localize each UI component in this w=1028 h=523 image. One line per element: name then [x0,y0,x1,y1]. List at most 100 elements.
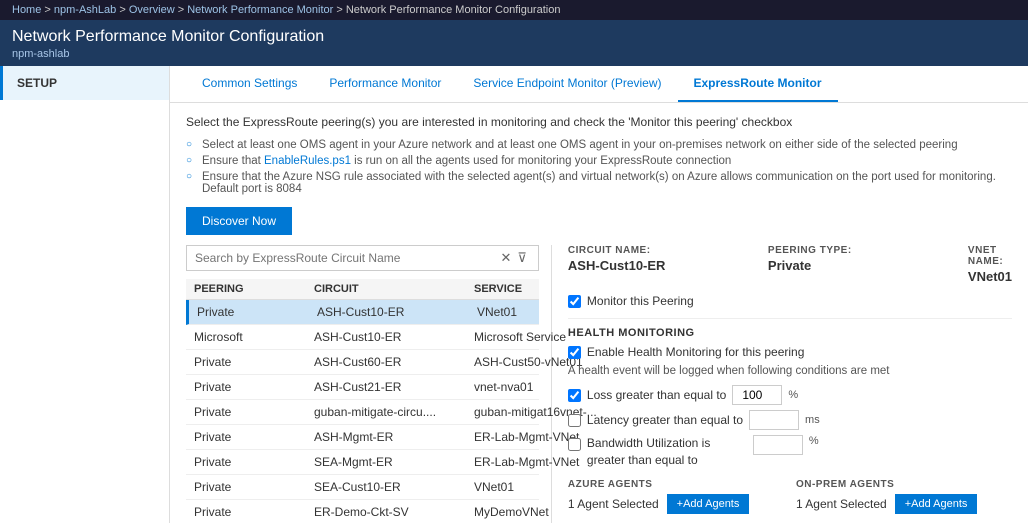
condition-latency-label: Latency greater than equal to [587,413,743,427]
breadcrumb-current: Network Performance Monitor Configuratio… [346,4,561,16]
sidebar-item-setup[interactable]: SETUP [0,66,169,100]
breadcrumb-home[interactable]: Home [12,4,41,16]
monitor-peering-checkbox[interactable] [568,295,581,308]
info-bullet-2: Ensure that the Azure NSG rule associate… [186,169,1012,197]
cell-circuit: ASH-Cust60-ER [314,355,474,369]
cell-circuit: ER-Demo-Ckt-SV [314,505,474,519]
condition-bandwidth-row: Bandwidth Utilization is greater than eq… [568,435,1012,469]
table-row[interactable]: Private ASH-Cust21-ER vnet-nva01 [186,375,539,400]
azure-agent-count: 1 Agent Selected [568,497,659,511]
cell-peering: Private [194,355,314,369]
peering-type-label: PEERING TYPE: [768,245,968,256]
circuit-name-label: CIRCUIT NAME: [568,245,768,256]
enable-health-checkbox[interactable] [568,346,581,359]
search-bar: ✕ ⊽ [186,245,539,271]
condition-loss-label: Loss greater than equal to [587,388,726,402]
cell-peering: Private [194,430,314,444]
health-monitoring-title: HEALTH MONITORING [568,318,1012,339]
table-row[interactable]: Microsoft ASH-Cust10-ER Microsoft Servic… [186,325,539,350]
breadcrumb: Home > npm-AshLab > Overview > Network P… [0,0,1028,20]
enable-health-row: Enable Health Monitoring for this peerin… [568,345,1012,359]
condition-bandwidth-checkbox[interactable] [568,438,581,451]
condition-bandwidth-unit: % [809,435,819,447]
azure-agents-group: AZURE AGENTS 1 Agent Selected +Add Agent… [568,479,784,514]
discover-now-button[interactable]: Discover Now [186,207,292,235]
breadcrumb-overview[interactable]: Overview [129,4,175,16]
right-panel: CIRCUIT NAME: ASH-Cust10-ER PEERING TYPE… [552,245,1012,523]
cell-circuit: SEA-Mgmt-ER [314,455,474,469]
content-area: Common Settings Performance Monitor Serv… [170,66,1028,523]
title-bar: Network Performance Monitor Configuratio… [0,20,1028,66]
cell-peering: Private [194,480,314,494]
condition-loss-input[interactable] [732,385,782,405]
table-row[interactable]: Private SEA-Cust10-ER VNet01 [186,475,539,500]
vnet-name-col: VNET NAME: VNet01 [968,245,1012,284]
breadcrumb-lab[interactable]: npm-AshLab [54,4,116,16]
cell-circuit: SEA-Cust10-ER [314,480,474,494]
onprem-add-agents-button[interactable]: +Add Agents [895,494,978,514]
condition-loss-row: Loss greater than equal to % [568,385,1012,405]
cell-circuit: ASH-Cust21-ER [314,380,474,394]
enablerules-link-1[interactable]: EnableRules.ps1 [264,155,351,167]
cell-peering: Private [194,455,314,469]
tab-service-endpoint[interactable]: Service Endpoint Monitor (Preview) [457,66,677,102]
peering-type-col: PEERING TYPE: Private [768,245,968,284]
azure-agents-label: AZURE AGENTS [568,479,784,490]
onprem-agents-label: ON-PREM AGENTS [796,479,1012,490]
onprem-agents-group: ON-PREM AGENTS 1 Agent Selected +Add Age… [796,479,1012,514]
condition-latency-checkbox[interactable] [568,414,581,427]
table-header: PEERING CIRCUIT SERVICE [186,279,539,300]
azure-agents-row: 1 Agent Selected +Add Agents [568,494,784,514]
search-input[interactable] [195,251,498,265]
tab-expressroute-monitor[interactable]: ExpressRoute Monitor [678,66,838,102]
condition-latency-unit: ms [805,414,820,426]
tab-content: Select the ExpressRoute peering(s) you a… [170,103,1028,523]
cell-circuit: ASH-Cust10-ER [314,330,474,344]
condition-latency-row: Latency greater than equal to ms [568,410,1012,430]
monitor-peering-label: Monitor this Peering [587,294,694,308]
table-row[interactable]: Private SEA-Mgmt-ER ER-Lab-Mgmt-VNet [186,450,539,475]
cell-peering: Private [194,405,314,419]
page-subtitle: npm-ashlab [12,48,1016,60]
info-bullet-1: Ensure that EnableRules.ps1 is run on al… [186,153,1012,169]
vnet-name-label: VNET NAME: [968,245,1012,267]
intro-text: Select the ExpressRoute peering(s) you a… [186,115,1012,129]
agents-section: AZURE AGENTS 1 Agent Selected +Add Agent… [568,479,1012,514]
tab-common-settings[interactable]: Common Settings [186,66,313,102]
table-row[interactable]: Private ASH-Cust10-ER VNet01 [186,300,539,325]
cell-circuit: ASH-Mgmt-ER [314,430,474,444]
condition-bandwidth-label: Bandwidth Utilization is greater than eq… [587,435,747,469]
onprem-agents-row: 1 Agent Selected +Add Agents [796,494,1012,514]
health-desc: A health event will be logged when follo… [568,365,1012,377]
circuit-name-col: CIRCUIT NAME: ASH-Cust10-ER [568,245,768,284]
condition-loss-checkbox[interactable] [568,389,581,402]
monitor-peering-row: Monitor this Peering [568,294,1012,308]
two-panel: ✕ ⊽ PEERING CIRCUIT SERVICE Private ASH-… [186,245,1012,523]
sidebar: SETUP [0,66,170,523]
info-list: Select at least one OMS agent in your Az… [186,137,1012,197]
table-row[interactable]: Private ASH-Mgmt-ER ER-Lab-Mgmt-VNet [186,425,539,450]
table-row[interactable]: Private ASH-Cust60-ER ASH-Cust50-vNet01 [186,350,539,375]
table-row[interactable]: Private ER-Demo-Ckt-SV MyDemoVNet [186,500,539,523]
info-bullet-0: Select at least one OMS agent in your Az… [186,137,1012,153]
azure-add-agents-button[interactable]: +Add Agents [667,494,750,514]
condition-bandwidth-input[interactable] [753,435,803,455]
col-circuit: CIRCUIT [314,283,474,295]
col-peering: PEERING [194,283,314,295]
table-body: Private ASH-Cust10-ER VNet01 Microsoft A… [186,300,539,523]
condition-latency-input[interactable] [749,410,799,430]
cell-peering: Private [194,505,314,519]
breadcrumb-npm[interactable]: Network Performance Monitor [187,4,333,16]
cell-peering: Private [194,380,314,394]
cell-circuit: guban-mitigate-circu.... [314,405,474,419]
tab-performance-monitor[interactable]: Performance Monitor [313,66,457,102]
detail-header: CIRCUIT NAME: ASH-Cust10-ER PEERING TYPE… [568,245,1012,284]
onprem-agent-count: 1 Agent Selected [796,497,887,511]
tab-bar: Common Settings Performance Monitor Serv… [170,66,1028,103]
condition-loss-unit: % [788,389,798,401]
page-title: Network Performance Monitor Configuratio… [12,28,1016,46]
search-filter-button[interactable]: ⊽ [514,250,530,266]
peering-type-value: Private [768,258,968,273]
table-row[interactable]: Private guban-mitigate-circu.... guban-m… [186,400,539,425]
search-clear-button[interactable]: ✕ [498,250,515,266]
